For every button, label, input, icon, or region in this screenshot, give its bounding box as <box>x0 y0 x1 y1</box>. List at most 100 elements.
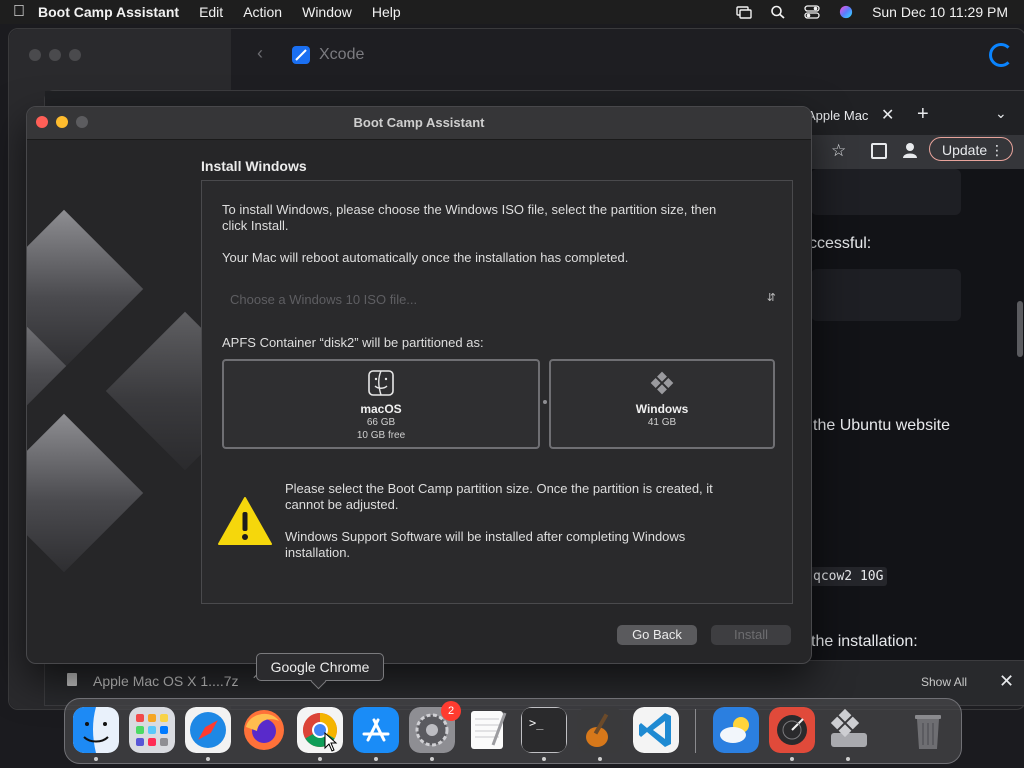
show-all-button[interactable]: Show All <box>921 675 967 689</box>
running-indicator <box>598 757 602 761</box>
menu-window[interactable]: Window <box>302 4 352 20</box>
running-indicator <box>790 757 794 761</box>
menu-bar:  Boot Camp Assistant Edit Action Window… <box>0 0 1024 24</box>
tab-close-icon[interactable]: ✕ <box>881 105 894 125</box>
support-line: installation. <box>285 545 351 560</box>
menu-edit[interactable]: Edit <box>199 4 223 20</box>
dock-separator <box>695 709 696 753</box>
chrome-update-button[interactable]: Update ⋮ <box>929 137 1013 161</box>
warning-icon <box>218 497 272 545</box>
xcode-title-text: Xcode <box>319 46 365 63</box>
bootcamp-titlebar: Boot Camp Assistant <box>27 107 811 140</box>
mouse-cursor-icon <box>324 732 338 752</box>
xcode-minimize-button[interactable] <box>49 49 61 61</box>
trash-dock-icon[interactable] <box>905 707 951 753</box>
macos-partition[interactable]: macOS 66 GB 10 GB free <box>222 359 540 449</box>
terminal-dock-icon[interactable]: >_ <box>521 707 567 753</box>
instruction-line: To install Windows, please choose the Wi… <box>222 202 717 217</box>
textedit-dock-icon[interactable] <box>465 707 511 753</box>
xcode-icon <box>292 46 310 64</box>
firefox-dock-icon[interactable] <box>241 707 287 753</box>
finder-dock-icon[interactable] <box>73 707 119 753</box>
iso-file-select[interactable]: Choose a Windows 10 ISO file... ⇵ <box>222 289 776 311</box>
select-arrows-icon: ⇵ <box>766 292 776 304</box>
menu-action[interactable]: Action <box>243 4 282 20</box>
page-text-successful: ccessful: <box>809 235 872 252</box>
launchpad-dock-icon[interactable] <box>129 707 175 753</box>
running-indicator <box>542 757 546 761</box>
running-indicator <box>374 757 378 761</box>
menu-extras: Sun Dec 10 11:29 PM <box>736 0 1008 24</box>
profile-icon[interactable] <box>901 141 919 159</box>
page-text-ubuntu-link[interactable]: the Ubuntu website <box>813 417 950 435</box>
partition-size: 41 GB <box>647 417 677 428</box>
file-icon <box>67 673 77 686</box>
chrome-tab-title[interactable]: Apple Mac <box>807 108 868 123</box>
svg-text:>_: >_ <box>529 716 544 730</box>
partition-name: Windows <box>635 402 689 416</box>
support-line: Windows Support Software will be install… <box>285 529 686 544</box>
partition-size: 66 GB <box>366 417 396 428</box>
go-back-button[interactable]: Go Back <box>617 625 697 645</box>
instruction-line: click Install. <box>222 218 289 233</box>
iso-placeholder: Choose a Windows 10 ISO file... <box>230 292 418 307</box>
code-block <box>811 169 961 215</box>
xcode-back-icon[interactable]: ‹ <box>257 43 263 64</box>
warning-line: cannot be adjusted. <box>285 497 399 512</box>
control-center-icon[interactable] <box>804 5 820 19</box>
warning-text: Please select the Boot Camp partition si… <box>285 481 713 513</box>
bootcamp-dock-icon[interactable] <box>825 707 871 753</box>
xcode-title: Xcode <box>291 45 364 65</box>
partition-label: APFS Container “disk2” will be partition… <box>222 335 484 350</box>
logo-tile <box>27 413 144 573</box>
menu-clock[interactable]: Sun Dec 10 11:29 PM <box>872 4 1008 20</box>
weather-dock-icon[interactable] <box>713 707 759 753</box>
garageband-dock-icon[interactable] <box>577 707 623 753</box>
partition-divider-handle[interactable] <box>543 400 547 404</box>
page-title: Install Windows <box>201 158 307 174</box>
page-scrollbar[interactable] <box>1017 301 1023 357</box>
search-icon[interactable] <box>770 5 786 19</box>
window-title: Boot Camp Assistant <box>353 115 485 130</box>
network-radar-dock-icon[interactable] <box>769 707 815 753</box>
update-label: Update <box>942 142 988 158</box>
xcode-zoom-button[interactable] <box>69 49 81 61</box>
windows-logo-icon <box>650 371 674 395</box>
support-text: Windows Support Software will be install… <box>285 529 685 561</box>
instruction-text: To install Windows, please choose the Wi… <box>222 202 716 234</box>
safari-dock-icon[interactable] <box>185 707 231 753</box>
reboot-note: Your Mac will reboot automatically once … <box>222 250 629 265</box>
warning-line: Please select the Boot Camp partition si… <box>285 481 713 496</box>
side-panel-icon[interactable] <box>871 143 887 159</box>
tab-search-chevron-icon[interactable]: ⌄ <box>995 105 1007 122</box>
loading-spinner-icon <box>989 43 1013 67</box>
running-indicator <box>846 757 850 761</box>
more-menu-icon[interactable]: ⋮ <box>990 138 1004 162</box>
bootcamp-window: Boot Camp Assistant Install Windows To i… <box>26 106 812 664</box>
partition-free: 10 GB free <box>356 430 406 441</box>
finder-icon <box>368 370 394 396</box>
install-panel: To install Windows, please choose the Wi… <box>201 180 793 604</box>
app-store-dock-icon[interactable] <box>353 707 399 753</box>
running-indicator <box>94 757 98 761</box>
code-block <box>811 269 961 321</box>
running-indicator <box>206 757 210 761</box>
siri-icon[interactable] <box>838 5 854 19</box>
xcode-close-button[interactable] <box>29 49 41 61</box>
apple-icon[interactable]:  <box>0 3 38 21</box>
bookmark-star-icon[interactable]: ☆ <box>831 141 846 161</box>
install-button: Install <box>711 625 791 645</box>
dock-tooltip: Google Chrome <box>256 653 384 681</box>
page-text-installation: the installation: <box>811 633 918 650</box>
menu-app-name[interactable]: Boot Camp Assistant <box>38 4 179 20</box>
new-tab-icon[interactable]: + <box>917 103 929 126</box>
menu-help[interactable]: Help <box>372 4 401 20</box>
download-file-name[interactable]: Apple Mac OS X 1....7z <box>93 673 239 689</box>
page-inline-code: qcow2 10G <box>809 567 888 586</box>
dock: 2 >_ <box>64 698 962 764</box>
windows-partition[interactable]: Windows 41 GB <box>549 359 775 449</box>
close-download-bar-icon[interactable]: ✕ <box>999 671 1014 692</box>
running-indicator <box>430 757 434 761</box>
screen-mirroring-icon[interactable] <box>736 5 752 19</box>
vscode-dock-icon[interactable] <box>633 707 679 753</box>
